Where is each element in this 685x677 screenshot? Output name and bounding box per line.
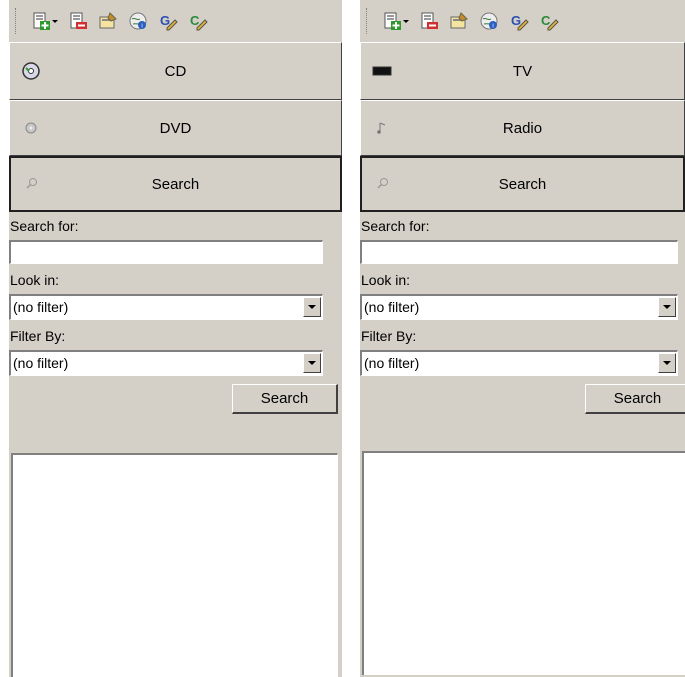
add-item-icon[interactable] bbox=[380, 10, 410, 32]
guide-edit-icon[interactable]: G bbox=[508, 10, 530, 32]
toolbar: i G C bbox=[9, 0, 342, 42]
search-button[interactable]: Search bbox=[232, 384, 338, 414]
toolbar-grip[interactable] bbox=[15, 8, 19, 34]
add-item-icon[interactable] bbox=[29, 10, 59, 32]
tv-icon bbox=[371, 60, 393, 82]
svg-text:C: C bbox=[541, 13, 551, 28]
filter-by-select[interactable]: (no filter) bbox=[360, 350, 678, 376]
results-list[interactable] bbox=[362, 451, 685, 675]
chevron-down-icon[interactable] bbox=[303, 297, 321, 317]
properties-icon[interactable] bbox=[97, 10, 119, 32]
search-for-input[interactable] bbox=[360, 240, 678, 264]
web-info-icon[interactable]: i bbox=[127, 10, 149, 32]
search-for-input[interactable] bbox=[9, 240, 323, 264]
nav-label-search: Search bbox=[498, 175, 547, 193]
channel-edit-icon[interactable]: C bbox=[187, 10, 209, 32]
nav-button-dvd[interactable]: DVD bbox=[9, 100, 342, 156]
look-in-select[interactable]: (no filter) bbox=[9, 294, 323, 320]
action-row: Search bbox=[360, 380, 685, 420]
filter-by-value: (no filter) bbox=[364, 355, 420, 371]
guide-edit-icon[interactable]: G bbox=[157, 10, 179, 32]
look-in-value: (no filter) bbox=[364, 299, 420, 315]
chevron-down-icon[interactable] bbox=[303, 353, 321, 373]
left-media-panel: i G C CD DVD Search Search for: Look in:… bbox=[9, 0, 342, 677]
nav-button-cd[interactable]: CD bbox=[9, 42, 342, 100]
nav-label-tv: TV bbox=[512, 62, 533, 80]
nav-label-radio: Radio bbox=[502, 119, 543, 137]
dvd-icon bbox=[20, 117, 42, 139]
filter-by-value: (no filter) bbox=[13, 355, 69, 371]
filter-by-select[interactable]: (no filter) bbox=[9, 350, 323, 376]
radio-icon bbox=[371, 117, 393, 139]
dropdown-arrow-icon bbox=[51, 19, 58, 23]
properties-icon[interactable] bbox=[448, 10, 470, 32]
dropdown-arrow-icon bbox=[402, 19, 409, 23]
nav-button-tv[interactable]: TV bbox=[360, 42, 685, 100]
filter-by-label: Filter By: bbox=[361, 328, 417, 344]
svg-text:i: i bbox=[141, 24, 142, 30]
chevron-down-icon[interactable] bbox=[658, 353, 676, 373]
filter-by-label: Filter By: bbox=[10, 328, 66, 344]
search-icon bbox=[21, 173, 43, 195]
nav-label-cd: CD bbox=[164, 62, 187, 80]
search-button[interactable]: Search bbox=[585, 384, 685, 414]
nav-button-search[interactable]: Search bbox=[9, 156, 342, 212]
svg-text:i: i bbox=[492, 24, 493, 30]
nav-label-search: Search bbox=[151, 175, 200, 193]
right-media-panel: i G C TV Radio Search Search for: Look i… bbox=[360, 0, 685, 677]
look-in-select[interactable]: (no filter) bbox=[360, 294, 678, 320]
action-row: Search bbox=[9, 380, 342, 420]
remove-item-icon[interactable] bbox=[67, 10, 89, 32]
remove-item-icon[interactable] bbox=[418, 10, 440, 32]
nav-button-radio[interactable]: Radio bbox=[360, 100, 685, 156]
look-in-value: (no filter) bbox=[13, 299, 69, 315]
cd-icon bbox=[20, 60, 42, 82]
results-list[interactable] bbox=[11, 453, 338, 677]
search-icon bbox=[372, 173, 394, 195]
channel-edit-icon[interactable]: C bbox=[538, 10, 560, 32]
toolbar-grip[interactable] bbox=[366, 8, 370, 34]
search-for-label: Search for: bbox=[10, 218, 79, 234]
toolbar: i G C bbox=[360, 0, 685, 42]
look-in-label: Look in: bbox=[361, 272, 411, 288]
svg-text:C: C bbox=[190, 13, 200, 28]
search-form: Search for: Look in: (no filter) Filter … bbox=[360, 216, 685, 420]
look-in-label: Look in: bbox=[10, 272, 60, 288]
nav-button-search[interactable]: Search bbox=[360, 156, 685, 212]
search-for-label: Search for: bbox=[361, 218, 430, 234]
nav-label-dvd: DVD bbox=[159, 119, 192, 137]
search-form: Search for: Look in: (no filter) Filter … bbox=[9, 216, 342, 420]
web-info-icon[interactable]: i bbox=[478, 10, 500, 32]
chevron-down-icon[interactable] bbox=[658, 297, 676, 317]
